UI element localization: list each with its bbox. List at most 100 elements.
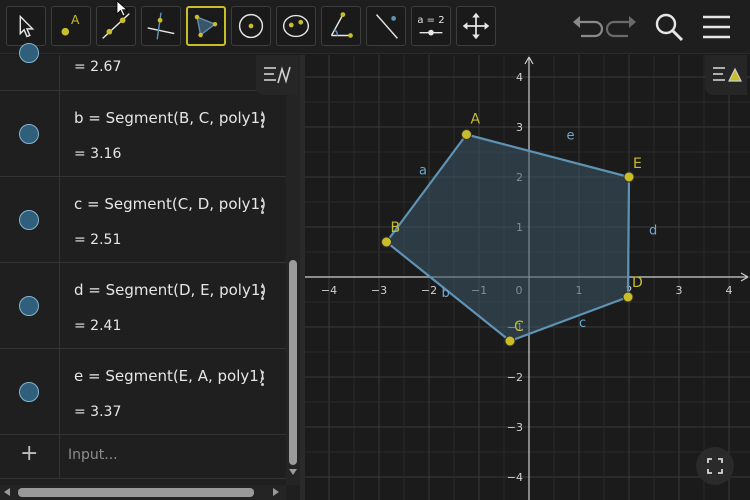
point-E [623,171,635,183]
slider-tool[interactable]: a = 2 [411,6,451,46]
style-bar-icon [713,67,742,82]
fullscreen-button[interactable] [696,447,734,485]
conic-tool-icon [282,14,310,38]
segment-label: c [579,316,586,331]
y-tick-label: 3 [516,121,523,134]
slider-tool-icon [419,29,443,36]
x-tick-label: −3 [371,284,387,297]
graphics-canvas[interactable]: −4−3−2−1012344321−1−2−3−4aedcbAEDCB [305,55,750,500]
point-B [381,236,392,248]
search-button[interactable] [652,10,686,44]
row-marble-divider [59,349,60,435]
x-tick-label: −2 [421,284,437,297]
svg-text:A: A [71,13,80,27]
algebra-row-definition[interactable]: c = Segment(C, D, poly1) [74,195,266,213]
app-window: A a = 2 = 2.67 b = Segment(B, C, poly1) … [0,0,750,500]
algebra-style-bar-button[interactable] [256,55,298,95]
row-marble-divider [59,263,60,349]
algebra-row-b[interactable]: b = Segment(B, C, poly1) = 3.16 [0,91,286,177]
toolbar: A a = 2 [0,0,750,54]
graphics-view[interactable]: −4−3−2−1012344321−1−2−3−4aedcbAEDCB [305,55,750,500]
algebra-row-value: = 2.41 [74,318,122,334]
polygon-tool[interactable] [186,6,226,46]
scroll-left-arrow-icon[interactable] [4,488,10,496]
algebra-row-e[interactable]: e = Segment(E, A, poly1) = 3.37 [0,349,286,435]
move-tool[interactable] [6,6,46,46]
point-label: D [632,275,643,291]
algebra-row-partial[interactable]: = 2.67 [0,43,286,91]
perpendicular-tool-icon [147,12,175,40]
segment-label: b [442,286,450,301]
point-tool-icon: A [61,13,80,36]
move-tool-icon [19,14,35,38]
horizontal-scroll-thumb[interactable] [18,488,254,497]
x-tick-label: 4 [726,284,733,297]
y-tick-label: −4 [507,471,523,484]
algebra-input[interactable]: Input... [68,447,118,463]
conic-tool[interactable] [276,6,316,46]
row-menu-icon[interactable] [258,285,266,307]
point-tool[interactable]: A [51,6,91,46]
fullscreen-icon [707,458,723,474]
point-A [461,129,472,140]
point-label: B [391,220,401,236]
visibility-toggle[interactable] [19,43,39,63]
angle-tool-icon [330,12,353,38]
reflect-tool-icon [375,14,398,39]
y-tick-label: −2 [507,371,523,384]
mouse-cursor-icon [116,0,129,17]
undo-icon [573,16,604,38]
row-marble-divider [59,433,60,479]
angle-tool[interactable] [321,6,361,46]
graphics-style-bar-button[interactable] [705,55,747,95]
visibility-toggle[interactable] [19,124,39,144]
x-tick-label: 3 [676,284,683,297]
undo-button[interactable] [569,10,604,44]
segment-label: d [649,224,657,239]
algebra-row-definition[interactable]: d = Segment(D, E, poly1) [74,281,266,299]
segment-label: e [567,129,575,144]
y-tick-label: −3 [507,421,523,434]
row-menu-icon[interactable] [258,113,266,135]
hamburger-menu-icon [703,15,730,39]
row-marble-divider [59,55,60,91]
row-menu-icon[interactable] [258,199,266,221]
style-bar-icon [264,66,291,84]
algebra-row-c[interactable]: c = Segment(C, D, poly1) = 2.51 [0,177,286,263]
perpendicular-tool[interactable] [141,6,181,46]
point-label: A [471,112,481,128]
add-item-icon[interactable]: + [20,441,38,466]
point-label: C [514,319,524,335]
algebra-row-definition[interactable]: b = Segment(B, C, poly1) [74,109,266,127]
reflect-tool[interactable] [366,6,406,46]
circle-tool[interactable] [231,6,271,46]
segment-label: a [419,164,427,179]
algebra-input-row[interactable]: + Input... [0,433,286,479]
visibility-toggle[interactable] [19,210,39,230]
scroll-down-arrow-icon[interactable] [289,469,297,475]
algebra-row-value: = 3.37 [74,404,122,420]
search-icon [655,13,684,42]
polygon-tool-icon [194,14,218,38]
main-menu-button[interactable] [700,10,734,44]
move-graphics-tool[interactable] [456,6,496,46]
scroll-right-arrow-icon[interactable] [273,488,279,496]
vertical-scrollbar[interactable] [286,55,300,485]
row-menu-icon[interactable] [258,371,266,393]
x-tick-label: −4 [321,284,337,297]
move-graphics-tool-icon [462,12,490,40]
visibility-toggle[interactable] [19,382,39,402]
point-C [504,335,516,347]
vertical-scroll-thumb[interactable] [289,260,297,465]
algebra-row-definition[interactable]: e = Segment(E, A, poly1) [74,367,265,385]
point-D [622,291,634,303]
algebra-row-d[interactable]: d = Segment(D, E, poly1) = 2.41 [0,263,286,349]
visibility-toggle[interactable] [19,296,39,316]
point-label: E [633,156,642,172]
horizontal-scrollbar[interactable] [0,485,286,500]
algebra-row-value: = 3.16 [74,146,122,162]
algebra-row-value: = 2.51 [74,232,122,248]
redo-button[interactable] [605,10,640,44]
algebra-row-value: = 2.67 [74,59,122,75]
redo-icon [605,16,636,38]
